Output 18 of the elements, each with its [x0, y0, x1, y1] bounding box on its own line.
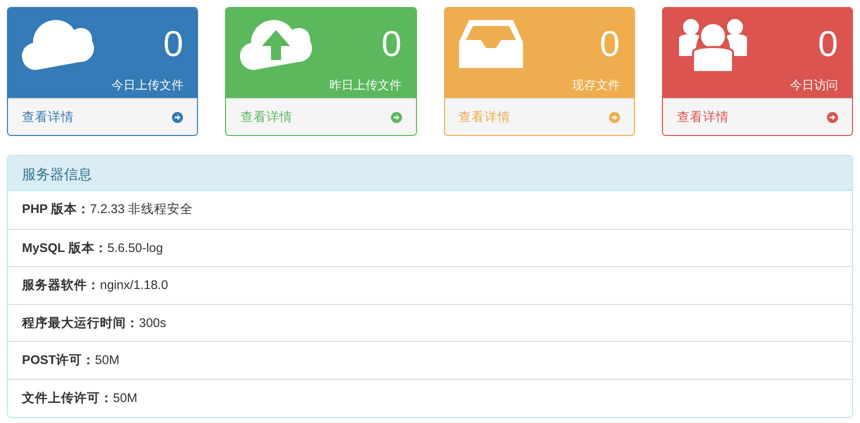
stat-label: 今日上传文件	[111, 77, 184, 94]
stat-label: 现存文件	[572, 77, 620, 94]
stat-count: 0	[818, 26, 838, 62]
details-link[interactable]: 查看详情	[676, 108, 729, 126]
details-link[interactable]: 查看详情	[240, 108, 292, 126]
stat-count: 0	[163, 26, 184, 62]
info-row-text: POST许可：50M	[22, 352, 120, 370]
info-row-text: PHP 版本：7.2.33 非线程安全	[22, 201, 194, 218]
stat-count: 0	[381, 26, 402, 62]
info-row-text: 文件上传许可：50M	[22, 390, 138, 407]
info-row-text: 程序最大运行时间：300s	[22, 314, 166, 332]
stat-label: 今日访问	[790, 77, 838, 94]
stat-label: 昨日上传文件	[330, 77, 402, 94]
info-row-text: MySQL 版本：5.6.50-log	[22, 240, 163, 257]
stat-count: 0	[600, 26, 620, 62]
panel-title: 服务器信息	[8, 156, 852, 191]
details-link[interactable]: 查看详情	[22, 108, 74, 126]
info-row-text: 服务器软件：nginx/1.18.0	[22, 277, 168, 294]
